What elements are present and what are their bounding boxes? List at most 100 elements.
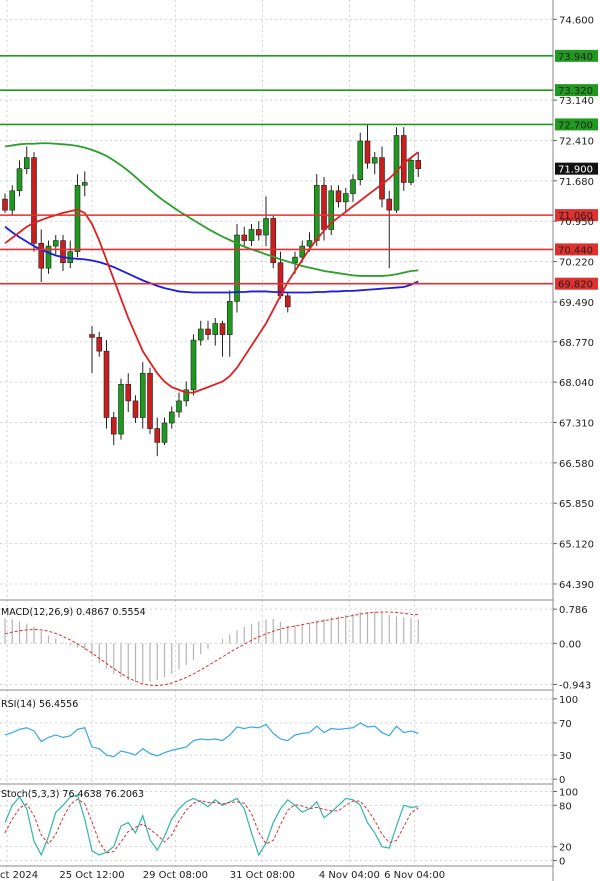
candle-up [313, 184, 320, 241]
candle-down [219, 323, 226, 335]
candle-up [74, 184, 81, 252]
price-tick-label: 64.390 [559, 580, 594, 591]
candle-up [248, 229, 255, 241]
candle-down [125, 384, 132, 402]
price-tick-label: 67.310 [559, 418, 594, 429]
macd-panel: 0.786 0.00 -0.943 [4, 605, 591, 691]
stoch-tick-label: 80 [559, 801, 572, 812]
candle-down [38, 243, 45, 269]
rsi-tick-label: 100 [559, 695, 578, 706]
rsi-tick-label: 30 [559, 751, 572, 762]
macd-tick-label: 0.786 [559, 605, 588, 616]
candle-up [299, 245, 306, 258]
candle-down [321, 184, 327, 230]
candle-up [357, 140, 364, 181]
sma-green-line [4, 142, 419, 277]
candle-down [255, 229, 262, 236]
price-tick-label: 70.950 [559, 217, 594, 228]
candle-down [379, 157, 385, 200]
candle-down [364, 140, 371, 164]
macd-tick-label: -0.943 [559, 680, 591, 691]
rsi-tick-label: 0 [559, 775, 565, 786]
time-tick-label: 29 Oct 08:00 [143, 870, 208, 881]
candle-up [16, 168, 23, 192]
candle-up [350, 179, 356, 194]
candle-up [190, 339, 197, 391]
candle-up [408, 160, 414, 183]
time-tick-label: 31 Oct 08:00 [230, 870, 295, 881]
candle-down [284, 295, 291, 308]
price-tick-label: 73.140 [559, 96, 594, 107]
price-tick-label: 66.580 [559, 459, 594, 470]
price-tick-label: 70.220 [559, 258, 594, 269]
time-tick-label: 23 Oct 2024 [0, 870, 38, 881]
candle-up [212, 323, 219, 335]
macd-label: MACD(12,26,9) 0.4867 0.5554 [1, 607, 146, 618]
candle-up [52, 240, 59, 247]
price-level-label: 70.440 [558, 245, 593, 256]
time-tick-label: 25 Oct 12:00 [59, 870, 124, 881]
candle-up [161, 422, 168, 443]
candle-down [110, 417, 117, 435]
price-tick-label: 74.600 [559, 15, 594, 26]
candle-up [371, 157, 378, 164]
candle-down [103, 350, 110, 418]
candle-down [89, 334, 95, 338]
candle-up [263, 218, 269, 236]
time-tick-label: 4 Nov 04:00 [319, 870, 380, 881]
candle-up [292, 256, 298, 263]
candle-up [9, 190, 16, 211]
macd-signal-line [4, 611, 419, 687]
price-level-label: 73.940 [558, 52, 593, 63]
stoch-k-line [4, 794, 419, 857]
rsi-tick-label: 70 [559, 719, 572, 730]
candle-up [118, 384, 124, 435]
price-tick-label: 65.850 [559, 499, 594, 510]
candle-up [168, 411, 175, 424]
candle-up [81, 182, 88, 186]
candle-down [60, 240, 66, 263]
stoch-tick-label: 20 [559, 843, 572, 854]
candle-down [335, 190, 342, 203]
price-tick-label: 72.410 [559, 136, 594, 147]
rsi-label: RSI(14) 56.4556 [1, 699, 78, 710]
price-tick-label: 65.120 [559, 540, 594, 551]
candle-up [342, 193, 349, 203]
price-lines-layer: 73.94073.32072.70071.06070.44069.82071.9… [0, 49, 598, 291]
candle-up [23, 157, 30, 169]
current-price-label: 71.900 [558, 165, 593, 176]
price-tick-label: 69.490 [559, 298, 594, 309]
candle-up [226, 301, 233, 335]
price-level-label: 72.700 [558, 120, 593, 131]
candle-down [31, 157, 37, 244]
price-chart[interactable]: 73.94073.32072.70071.06070.44069.82071.9… [0, 0, 600, 881]
candle-down [415, 160, 422, 169]
stoch-tick-label: 0 [559, 856, 565, 867]
price-axis-ticks: 74.600 73.140 72.410 71.680 70.950 70.220 69.4… [553, 15, 594, 591]
time-tick-label: 6 Nov 04:00 [384, 870, 445, 881]
rsi-panel: 100 70 30 0 [4, 695, 578, 786]
stoch-label: Stoch(5,3,3) 76.4638 76.2063 [1, 789, 144, 800]
candle-down [96, 337, 103, 352]
candle-down [241, 234, 248, 241]
candle-down [205, 328, 211, 335]
rsi-line [4, 722, 419, 758]
price-tick-label: 71.680 [559, 177, 594, 188]
price-tick-label: 68.040 [559, 378, 594, 389]
sma-blue-line [4, 226, 419, 294]
candle-down [132, 400, 139, 418]
price-level-label: 69.820 [558, 280, 593, 291]
candle-down [400, 135, 407, 183]
sma-red-line [4, 151, 419, 394]
candle-down [154, 428, 161, 443]
time-axis: 23 Oct 2024 25 Oct 12:00 29 Oct 08:00 31 Oc… [0, 870, 445, 881]
candle-up [176, 400, 182, 413]
candle-down [147, 372, 153, 429]
candle-up [197, 328, 204, 341]
price-tick-label: 68.770 [559, 338, 594, 349]
candle-down [2, 198, 8, 211]
candle-up [139, 372, 146, 418]
stoch-d-line [4, 798, 419, 854]
macd-tick-label: 0.00 [559, 639, 581, 650]
stoch-tick-label: 100 [559, 788, 578, 799]
